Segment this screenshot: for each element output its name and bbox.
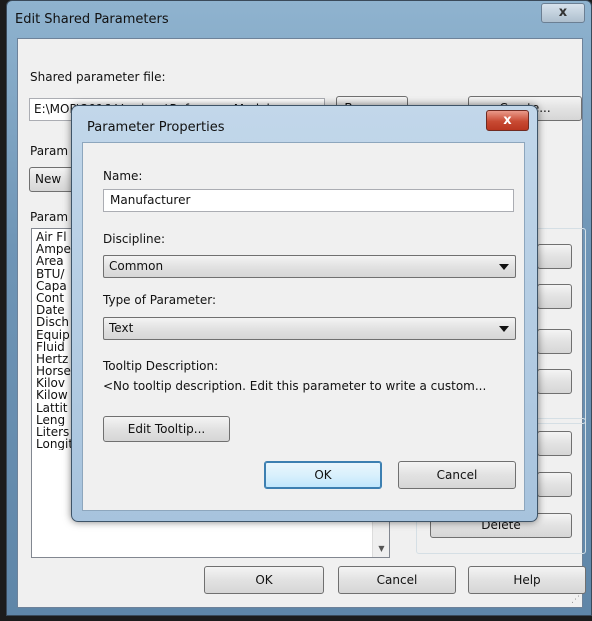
edit-tooltip-button[interactable]: Edit Tooltip... [103, 416, 230, 442]
title-bar: Edit Shared Parameters x [7, 1, 591, 37]
dialog-title: Parameter Properties [87, 120, 225, 135]
type-select[interactable]: Text [103, 317, 516, 340]
chevron-down-icon [499, 264, 509, 270]
close-icon[interactable]: x [486, 110, 529, 131]
dialog-client: Name: Manufacturer Discipline: Common Ty… [82, 142, 525, 511]
discipline-value: Common [109, 259, 164, 273]
shared-file-label: Shared parameter file: [30, 70, 166, 84]
dialog-ok-button[interactable]: OK [264, 461, 382, 489]
chevron-down-icon [499, 326, 509, 332]
new-group-button[interactable] [537, 431, 572, 456]
ok-button[interactable]: OK [204, 566, 324, 594]
move-button[interactable] [537, 329, 572, 354]
parameter-group-label: Param [30, 144, 69, 158]
resize-grip-icon[interactable]: ⋰ [571, 595, 580, 605]
window-title: Edit Shared Parameters [15, 12, 169, 27]
discipline-select[interactable]: Common [103, 255, 516, 278]
type-value: Text [109, 321, 134, 335]
close-icon[interactable]: x [541, 3, 585, 23]
discipline-label: Discipline: [103, 232, 166, 246]
type-label: Type of Parameter: [103, 293, 217, 307]
scroll-down-icon[interactable]: ▼ [373, 540, 390, 557]
tooltip-label: Tooltip Description: [103, 359, 219, 373]
cancel-button[interactable]: Cancel [338, 566, 456, 594]
parameters-label: Param [30, 210, 69, 224]
delete-parameter-button[interactable] [537, 369, 572, 394]
name-label: Name: [103, 169, 143, 183]
dialog-cancel-button[interactable]: Cancel [398, 461, 516, 489]
help-button[interactable]: Help [468, 566, 586, 594]
new-parameter-button[interactable] [537, 244, 572, 269]
tooltip-description: <No tooltip description. Edit this param… [103, 379, 487, 393]
rename-group-button[interactable] [537, 472, 572, 497]
name-field[interactable]: Manufacturer [103, 189, 514, 212]
parameter-properties-dialog: Parameter Properties x Name: Manufacture… [71, 105, 538, 522]
properties-button[interactable] [537, 284, 572, 309]
